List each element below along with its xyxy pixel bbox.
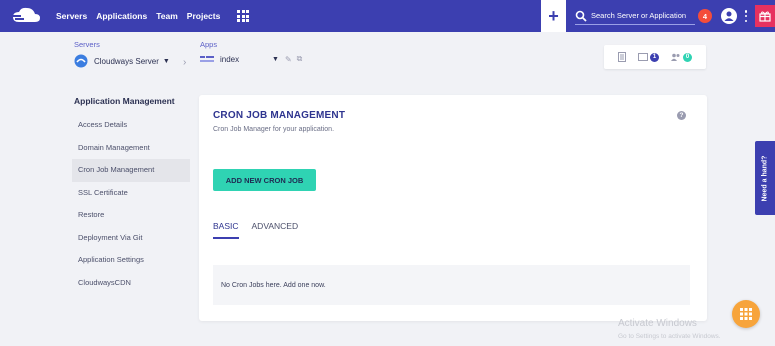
need-a-hand-tab[interactable]: Need a hand?: [755, 141, 775, 215]
document-icon[interactable]: [618, 52, 626, 62]
empty-message: No Cron Jobs here. Add one now.: [221, 281, 326, 289]
app-type-icon: [200, 56, 214, 62]
notes-count-badge: 1: [650, 52, 659, 62]
nav-team[interactable]: Team: [156, 11, 178, 21]
need-a-hand-label: Need a hand?: [761, 155, 769, 201]
chevron-right-icon: ›: [183, 57, 187, 68]
add-new-button[interactable]: +: [541, 0, 566, 32]
search-input[interactable]: Search Server or Application: [575, 7, 695, 25]
servers-label: Servers: [74, 40, 100, 49]
server-provider-icon: [74, 54, 88, 68]
sidebar-item-domain-management[interactable]: Domain Management: [72, 137, 190, 160]
windows-watermark-title: Activate Windows: [618, 318, 697, 329]
gift-icon[interactable]: [755, 5, 775, 27]
nav-applications[interactable]: Applications: [96, 11, 147, 21]
sidebar-item-restore[interactable]: Restore: [72, 204, 190, 227]
edit-icon[interactable]: ✎: [285, 55, 292, 64]
top-nav: Servers Applications Team Projects + Sea…: [0, 0, 775, 32]
search-icon: [575, 10, 587, 22]
search-placeholder: Search Server or Application: [591, 11, 687, 20]
cloudways-logo-icon[interactable]: [6, 0, 46, 32]
cron-job-card: CRON JOB MANAGEMENT Cron Job Manager for…: [199, 95, 707, 321]
nav-servers[interactable]: Servers: [56, 11, 87, 21]
grid-icon: [740, 308, 752, 320]
users-button[interactable]: 0: [671, 52, 692, 62]
notification-badge[interactable]: 4: [698, 9, 712, 23]
sidebar-item-access-details[interactable]: Access Details: [72, 114, 190, 137]
windows-watermark-subtitle: Go to Settings to activate Windows.: [618, 333, 721, 340]
users-count-badge: 0: [683, 52, 692, 62]
page-title: CRON JOB MANAGEMENT: [213, 110, 346, 121]
user-avatar-icon[interactable]: [721, 8, 737, 24]
sidebar-item-cloudwayscdn[interactable]: CloudwaysCDN: [72, 272, 190, 295]
add-new-cron-job-button[interactable]: ADD NEW CRON JOB: [213, 169, 316, 191]
app-management-sidebar: Application Management Access Details Do…: [72, 96, 190, 294]
more-menu-icon[interactable]: [744, 10, 748, 22]
tab-basic[interactable]: BASIC: [213, 221, 239, 239]
external-link-icon[interactable]: ⧉: [297, 54, 303, 64]
app-selector: Apps index ▼ ✎ ⧉: [200, 40, 302, 64]
empty-state: No Cron Jobs here. Add one now.: [213, 265, 690, 305]
app-name: index: [220, 54, 240, 64]
sidebar-title: Application Management: [74, 96, 175, 106]
sidebar-item-application-settings[interactable]: Application Settings: [72, 249, 190, 272]
chevron-down-icon: ▼: [162, 57, 170, 65]
sidebar-item-cron-job-management[interactable]: Cron Job Management: [72, 159, 190, 182]
help-icon[interactable]: ?: [677, 111, 686, 120]
tab-advanced[interactable]: ADVANCED: [252, 221, 299, 239]
app-dropdown[interactable]: index ▼ ✎ ⧉: [200, 54, 302, 64]
cron-tabs: BASIC ADVANCED: [213, 221, 311, 239]
users-icon: [671, 53, 680, 61]
chat-fab-button[interactable]: [732, 300, 760, 328]
server-selector: Servers Cloudways Server ▼: [74, 40, 170, 68]
chevron-down-icon: ▼: [272, 55, 279, 63]
notes-icon: [638, 53, 648, 61]
server-name: Cloudways Server: [94, 56, 159, 66]
apps-label: Apps: [200, 40, 218, 49]
server-dropdown[interactable]: Cloudways Server ▼: [74, 54, 170, 68]
nav-projects[interactable]: Projects: [187, 11, 221, 21]
apps-grid-icon[interactable]: [237, 10, 250, 22]
utility-bar: 1 0: [604, 45, 706, 69]
sidebar-item-ssl-certificate[interactable]: SSL Certificate: [72, 182, 190, 205]
sidebar-item-deployment-via-git[interactable]: Deployment Via Git: [72, 227, 190, 250]
notes-button[interactable]: 1: [638, 52, 659, 62]
page-subtitle: Cron Job Manager for your application.: [213, 126, 335, 133]
